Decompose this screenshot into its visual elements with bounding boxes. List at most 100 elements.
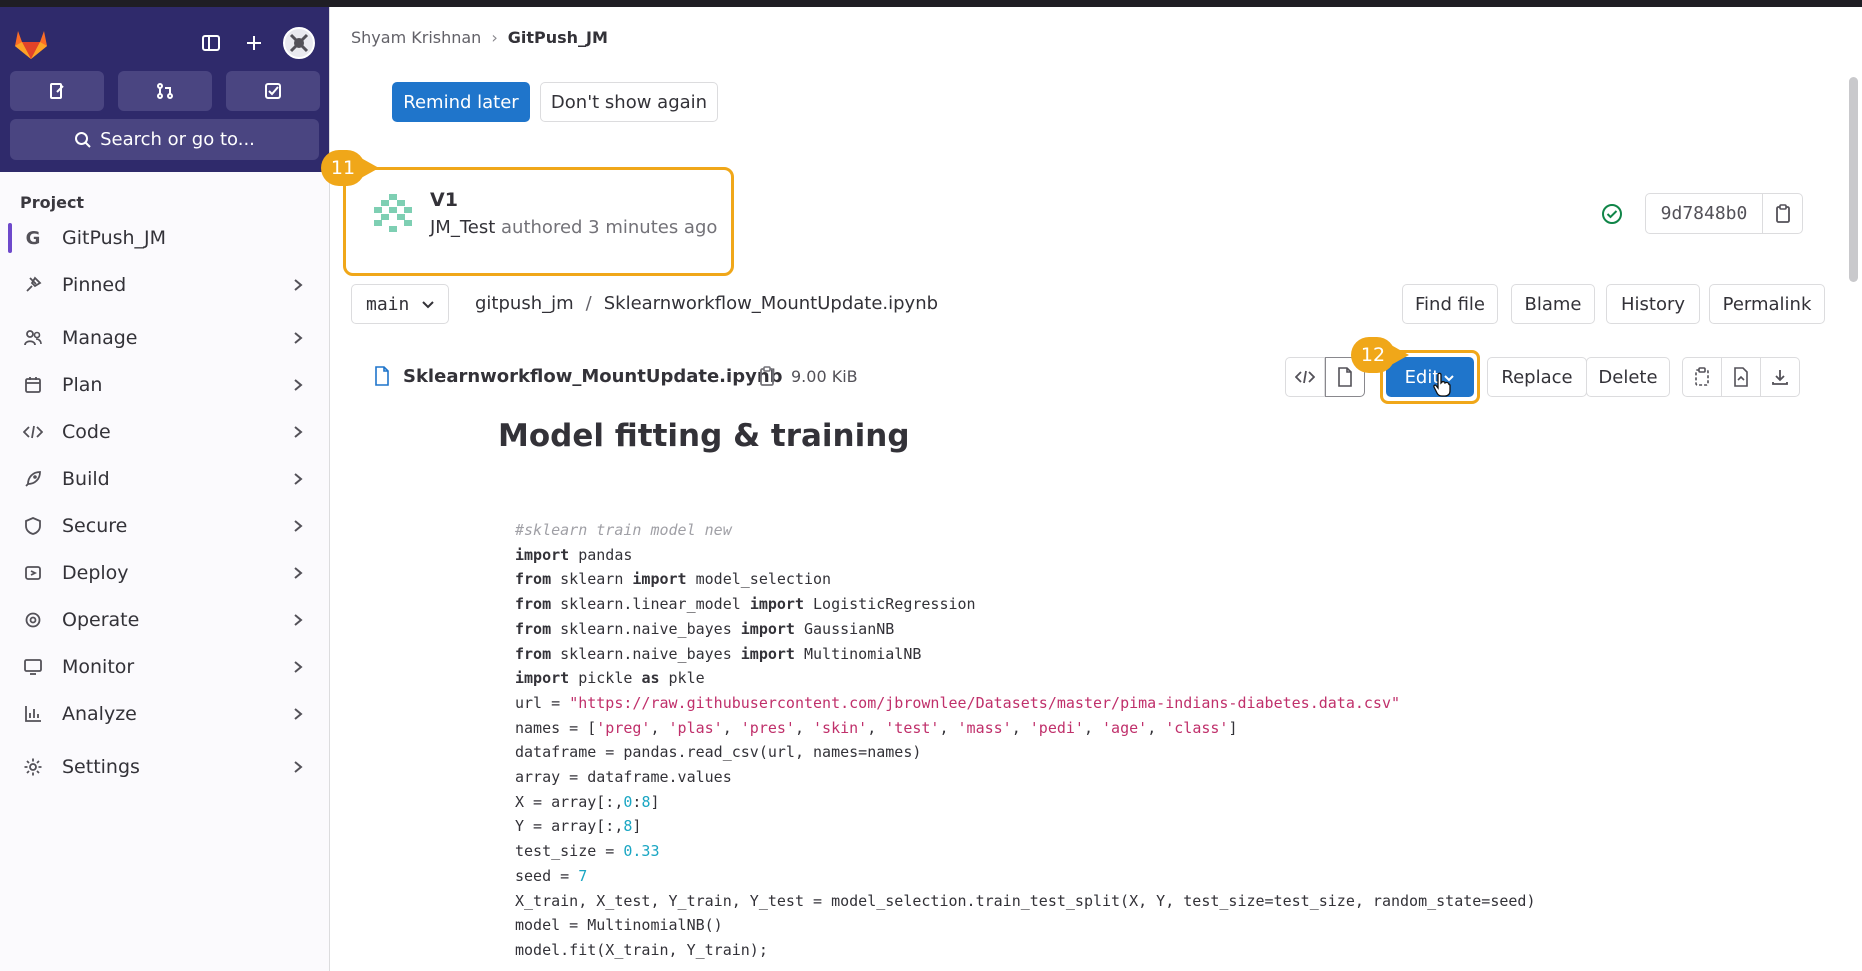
remind-later-button[interactable]: Remind later [392,82,530,122]
code-line: from sklearn.naive_bayes import Gaussian… [515,619,895,638]
code-line: from sklearn import model_selection [515,570,832,589]
deploy-icon [20,560,46,586]
todo-check-icon [265,83,281,99]
breadcrumb-separator: › [491,28,498,47]
gear-icon [20,754,46,780]
chart-icon [20,701,46,727]
sidebar-item-code[interactable]: Code [8,411,321,453]
sidebar-item-operate[interactable]: Operate [8,599,321,641]
code-line: array = dataframe.values [515,768,732,787]
scrollbar-thumb[interactable] [1849,77,1858,282]
breadcrumb-owner[interactable]: Shyam Krishnan [351,28,481,47]
dont-show-again-button[interactable]: Don't show again [540,82,718,122]
browser-top-edge [0,0,1862,7]
pipeline-success-icon[interactable] [1601,203,1623,225]
sidebar-item-label: Secure [62,515,128,537]
sidebar-item-label: Settings [62,756,140,778]
sidebar-item-secure[interactable]: Secure [8,505,321,547]
chevron-right-icon [291,329,305,351]
chevron-right-icon [291,705,305,727]
cloud-gear-icon [20,607,46,633]
pointer-hand-icon [1433,372,1451,397]
rocket-icon [20,466,46,492]
gitlab-logo-icon[interactable] [12,25,50,61]
breadcrumb: Shyam Krishnan › GitPush_JM [351,28,608,47]
step-badge-12: 12 [1351,337,1409,373]
replace-button[interactable]: Replace [1487,357,1587,397]
code-line: from sklearn.naive_bayes import Multinom… [515,644,922,663]
path-file: Sklearnworkflow_MountUpdate.ipynb [603,293,939,314]
plus-icon[interactable] [240,29,268,57]
commit-author[interactable]: JM_Test [430,217,495,238]
sidebar-item-settings[interactable]: Settings [8,746,321,788]
merge-request-icon [157,83,173,99]
sidebar-item-label: Analyze [62,703,137,725]
commit-author-avatar[interactable] [372,192,414,234]
blame-button[interactable]: Blame [1511,284,1595,324]
sidebar-item-pinned[interactable]: Pinned [8,264,321,306]
commit-title[interactable]: V1 [430,189,458,211]
code-line: #sklearn train model new [515,521,732,539]
code-line: from sklearn.linear_model import Logisti… [515,595,976,614]
permalink-button[interactable]: Permalink [1709,284,1825,324]
code-line: import pandas [515,545,633,564]
users-icon [20,325,46,351]
sidebar-item-label: Plan [62,374,103,396]
commit-time: authored 3 minutes ago [501,217,718,238]
monitor-icon [20,654,46,680]
sidebar: Search or go to... Project G GitPush_JM … [0,7,330,971]
code-line: Y = array[:,8] [515,817,642,836]
delete-button[interactable]: Delete [1586,357,1670,397]
todos-button[interactable] [226,71,320,111]
code-line: model.fit(X_train, Y_train); [515,940,768,959]
document-icon [1338,367,1352,387]
chevron-right-icon [291,276,305,298]
user-avatar[interactable] [283,27,315,59]
issues-button[interactable] [10,71,104,111]
chevron-right-icon [291,470,305,492]
copy-contents-icon [1695,367,1709,386]
shield-icon [20,513,46,539]
sidebar-item-label: Pinned [62,274,127,296]
sidebar-item-deploy[interactable]: Deploy [8,552,321,594]
history-button[interactable]: History [1606,284,1700,324]
path-separator: / [585,293,592,314]
download-icon [1772,370,1788,385]
code-line: test_size = 0.33 [515,842,660,861]
sidebar-item-project[interactable]: G GitPush_JM [8,217,321,259]
download-button[interactable] [1760,357,1800,397]
sidebar-item-label: Code [62,421,111,443]
search-button[interactable]: Search or go to... [10,119,319,160]
code-line: names = ['preg', 'plas', 'pres', 'skin',… [515,718,1238,737]
notebook-heading: Model fitting & training [498,418,910,454]
commit-sha[interactable]: 9d7848b0 [1645,193,1763,234]
find-file-button[interactable]: Find file [1402,284,1498,324]
chevron-right-icon [291,423,305,445]
copy-contents-button[interactable] [1682,357,1722,397]
chevron-right-icon [291,611,305,633]
breadcrumb-project[interactable]: GitPush_JM [508,28,608,47]
sidebar-item-label: Monitor [62,656,135,678]
code-icon [20,419,46,445]
sidebar-item-label: Build [62,468,110,490]
sidebar-item-analyze[interactable]: Analyze [8,693,321,735]
chevron-right-icon [291,517,305,539]
sidebar-toggle-icon[interactable] [197,29,225,57]
chevron-right-icon [291,758,305,780]
path-root-link[interactable]: gitpush_jm [475,293,574,314]
sidebar-item-manage[interactable]: Manage [8,317,321,359]
code-line: import pickle as pkle [515,669,705,688]
merge-requests-button[interactable] [118,71,212,111]
notebook-code-cell: #sklearn train model new import pandas f… [515,518,1535,963]
issues-icon [50,83,64,99]
open-raw-button[interactable] [1721,357,1761,397]
display-source-button[interactable] [1285,357,1325,397]
sidebar-item-label: GitPush_JM [62,227,167,249]
copy-path-icon[interactable] [758,365,776,387]
sidebar-item-monitor[interactable]: Monitor [8,646,321,688]
file-path: gitpush_jm / Sklearnworkflow_MountUpdate.i… [475,293,938,314]
branch-selector[interactable]: main [351,284,449,324]
sidebar-item-build[interactable]: Build [8,458,321,500]
copy-sha-button[interactable] [1762,193,1803,234]
sidebar-item-plan[interactable]: Plan [8,364,321,406]
